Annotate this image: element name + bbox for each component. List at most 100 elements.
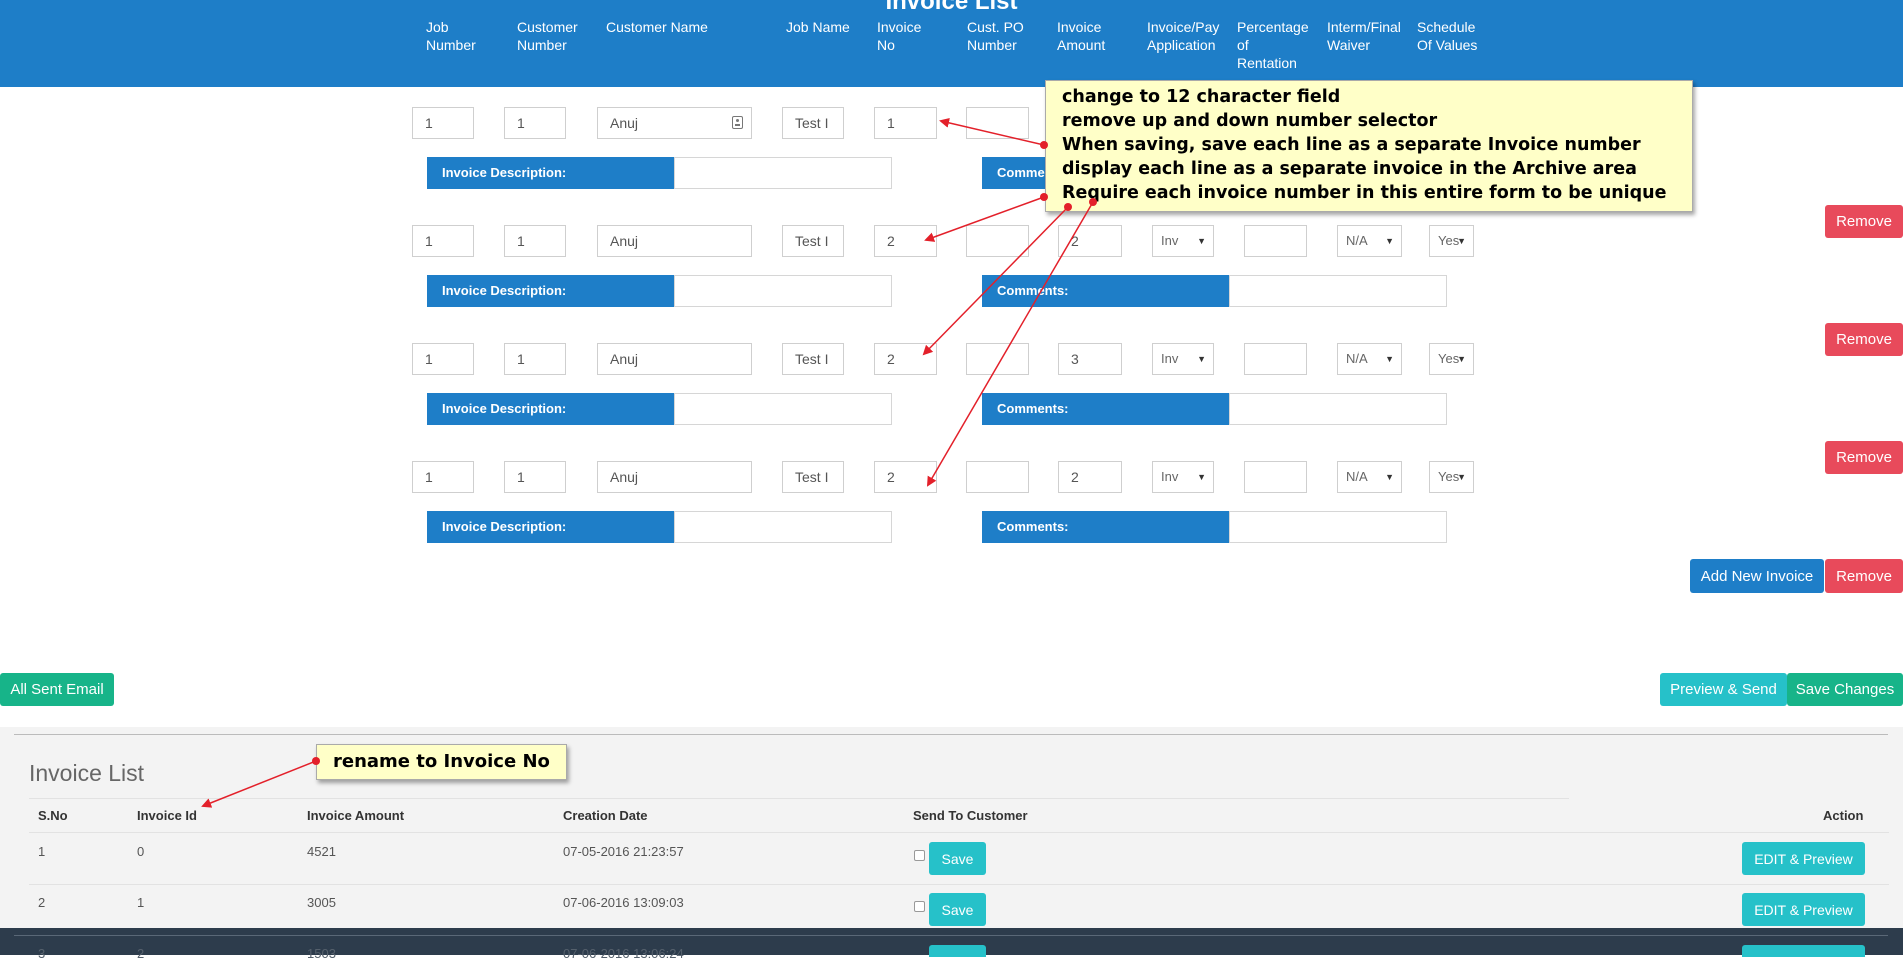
col-head-schedule-values: Schedule Of Values: [1417, 19, 1478, 53]
customer-number-field[interactable]: 1: [504, 225, 566, 257]
header-bar: Invoice List Job Number Customer Number Cu…: [0, 0, 1903, 87]
percentage-field[interactable]: [1244, 343, 1307, 375]
pay-application-select[interactable]: Inv ▼: [1152, 225, 1214, 257]
invoice-description-input[interactable]: [674, 393, 892, 425]
all-sent-email-button[interactable]: All Sent Email: [0, 673, 114, 706]
save-row-button[interactable]: Save: [929, 842, 986, 875]
caret-down-icon: ▼: [1385, 236, 1394, 246]
caret-down-icon: ▼: [1457, 472, 1466, 482]
footer-bar: 3 2 1503 07-06-2016 13:06:24: [0, 928, 1903, 961]
schedule-values-value: Yes: [1438, 469, 1460, 484]
title-divider: [29, 798, 1569, 799]
cell-sno: 1: [38, 844, 46, 859]
save-row-button[interactable]: Save: [929, 893, 986, 926]
cell-invoice-id: 1: [137, 895, 145, 910]
pay-application-select[interactable]: Inv ▼: [1152, 461, 1214, 493]
annotation-note-main: change to 12 character field remove up a…: [1045, 80, 1693, 212]
edit-preview-button[interactable]: EDIT & Preview: [1742, 842, 1865, 875]
cust-po-field[interactable]: [966, 225, 1029, 257]
job-number-field[interactable]: 1: [412, 107, 474, 139]
header-divider: [29, 832, 1889, 833]
comments-input[interactable]: [1229, 275, 1447, 307]
waiver-select[interactable]: N/A ▼: [1337, 343, 1402, 375]
job-name-field[interactable]: Test I: [782, 107, 844, 139]
invoice-description-label: Invoice Description:: [427, 157, 674, 189]
customer-number-field[interactable]: 1: [504, 107, 566, 139]
cell-sno: 2: [38, 895, 46, 910]
th-action: Action: [1823, 808, 1864, 823]
percentage-field[interactable]: [1244, 225, 1307, 257]
job-name-field[interactable]: Test I: [782, 461, 844, 493]
contact-card-icon: [732, 116, 743, 129]
invoice-description-label: Invoice Description:: [427, 393, 674, 425]
customer-name-field[interactable]: Anuj: [597, 461, 752, 493]
save-changes-button[interactable]: Save Changes: [1787, 673, 1903, 706]
col-head-invoice-no: Invoice No: [877, 19, 922, 53]
send-checkbox[interactable]: [914, 850, 925, 861]
th-invoice-amount: Invoice Amount: [307, 808, 405, 823]
customer-name-field[interactable]: Anuj: [597, 225, 752, 257]
edit-preview-button[interactable]: [1742, 945, 1865, 957]
schedule-values-select[interactable]: Yes ▼: [1429, 461, 1474, 493]
waiver-value: N/A: [1346, 233, 1368, 248]
col-head-job-name: Job Name: [786, 19, 850, 35]
cust-po-field[interactable]: [966, 461, 1029, 493]
job-number-field[interactable]: 1: [412, 225, 474, 257]
invoice-no-field[interactable]: 2: [874, 343, 937, 375]
remove-button[interactable]: Remove: [1825, 559, 1903, 593]
invoice-no-field[interactable]: 2: [874, 461, 937, 493]
schedule-values-select[interactable]: Yes ▼: [1429, 343, 1474, 375]
send-checkbox[interactable]: [914, 901, 925, 912]
waiver-select[interactable]: N/A ▼: [1337, 225, 1402, 257]
col-head-job-number: Job Number: [426, 19, 476, 53]
col-head-invoice-amount: Invoice Amount: [1057, 19, 1106, 53]
job-name-field[interactable]: Test I: [782, 343, 844, 375]
comments-input[interactable]: [1229, 393, 1447, 425]
customer-name-value: Anuj: [610, 115, 639, 131]
pay-application-value: Inv: [1161, 469, 1179, 484]
cell-invoice-amount: 3005: [307, 895, 336, 910]
job-number-field[interactable]: 1: [412, 343, 474, 375]
footer-divider: [14, 935, 1888, 936]
invoice-description-input[interactable]: [674, 275, 892, 307]
job-name-field[interactable]: Test I: [782, 225, 844, 257]
invoice-no-field[interactable]: 1: [874, 107, 937, 139]
pay-application-select[interactable]: Inv ▼: [1152, 343, 1214, 375]
customer-name-field[interactable]: Anuj: [597, 107, 752, 139]
col-head-customer-number: Customer Number: [517, 19, 578, 53]
customer-number-field[interactable]: 1: [504, 343, 566, 375]
customer-name-field[interactable]: Anuj: [597, 343, 752, 375]
remove-button[interactable]: Remove: [1825, 205, 1903, 238]
invoice-description-input[interactable]: [674, 157, 892, 189]
caret-down-icon: ▼: [1385, 354, 1394, 364]
invoice-description-input[interactable]: [674, 511, 892, 543]
note-line: remove up and down number selector: [1062, 111, 1438, 131]
edit-preview-button[interactable]: EDIT & Preview: [1742, 893, 1865, 926]
comments-label: Comments:: [982, 511, 1229, 543]
comments-input[interactable]: [1229, 511, 1447, 543]
remove-button[interactable]: Remove: [1825, 441, 1903, 474]
cell-invoice-id: 0: [137, 844, 145, 859]
note-line: Require each invoice number in this enti…: [1062, 183, 1667, 203]
customer-number-field[interactable]: 1: [504, 461, 566, 493]
invoice-amount-field[interactable]: 3: [1058, 343, 1122, 375]
preview-send-button[interactable]: Preview & Send: [1660, 673, 1787, 706]
cell-invoice-amount: 4521: [307, 844, 336, 859]
job-number-field[interactable]: 1: [412, 461, 474, 493]
invoice-no-field[interactable]: 2: [874, 225, 937, 257]
invoice-description-label: Invoice Description:: [427, 275, 674, 307]
save-row-button[interactable]: [929, 945, 986, 957]
caret-down-icon: ▼: [1197, 472, 1206, 482]
add-new-invoice-button[interactable]: Add New Invoice: [1690, 559, 1824, 593]
cust-po-field[interactable]: [966, 343, 1029, 375]
cell-creation-date: 07-06-2016 13:09:03: [563, 895, 684, 910]
cust-po-field[interactable]: [966, 107, 1029, 139]
waiver-select[interactable]: N/A ▼: [1337, 461, 1402, 493]
remove-button[interactable]: Remove: [1825, 323, 1903, 356]
percentage-field[interactable]: [1244, 461, 1307, 493]
col-head-pay-application: Invoice/Pay Application: [1147, 19, 1220, 53]
pay-application-value: Inv: [1161, 351, 1179, 366]
invoice-amount-field[interactable]: 2: [1058, 461, 1122, 493]
invoice-amount-field[interactable]: 2: [1058, 225, 1122, 257]
schedule-values-select[interactable]: Yes ▼: [1429, 225, 1474, 257]
